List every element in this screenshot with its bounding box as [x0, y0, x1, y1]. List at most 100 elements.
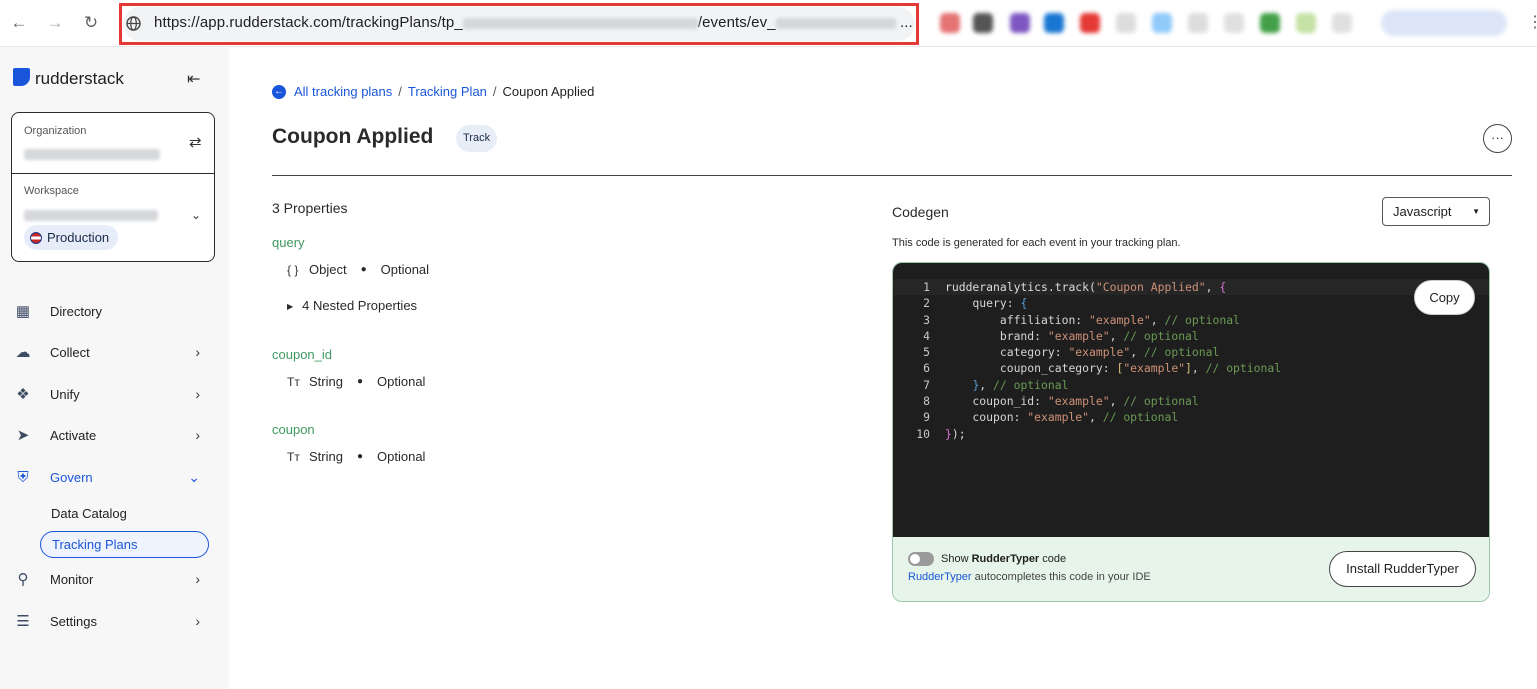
browser-toolbar: ← → ↻ https://app.rudderstack.com/tracki…	[0, 0, 1537, 47]
sidebar-item-govern[interactable]: ⛨ Govern ⌄	[12, 465, 212, 489]
code-line: 6 coupon_category: ["example"], // optio…	[893, 360, 1489, 376]
sidebar-item-settings[interactable]: ☰ Settings ›	[12, 609, 212, 633]
redacted-workspace	[24, 210, 158, 222]
code-line: 2 query: {	[893, 295, 1489, 311]
sidebar-item-activate[interactable]: ➤ Activate ›	[12, 423, 212, 447]
code-token: // optional	[1102, 410, 1179, 425]
codegen-description: This code is generated for each event in…	[892, 237, 1181, 249]
extension-icon[interactable]	[940, 13, 960, 33]
url-text[interactable]: https://app.rudderstack.com/trackingPlan…	[154, 14, 913, 31]
code-token: "example"	[1047, 394, 1110, 409]
code-token: {	[1020, 296, 1028, 311]
line-number: 4	[923, 328, 930, 343]
code-line: 4 brand: "example", // optional	[893, 328, 1489, 344]
breadcrumb-all-tracking-plans[interactable]: All tracking plans	[294, 84, 392, 99]
extension-icon[interactable]	[1296, 13, 1316, 33]
redacted-id	[462, 17, 698, 29]
extension-icon[interactable]	[973, 13, 993, 33]
language-select[interactable]: Javascript ▼	[1382, 197, 1490, 226]
ruddertyper-toggle[interactable]	[908, 552, 934, 566]
sidebar-item-label: Monitor	[50, 571, 94, 587]
code-token: coupon_id:	[945, 394, 1048, 409]
sidebar-item-collect[interactable]: ☁ Collect ›	[12, 340, 212, 364]
code-editor[interactable]: 1 rudderanalytics.track("Coupon Applied",…	[893, 263, 1489, 537]
object-type-icon: { }	[287, 262, 299, 277]
code-line: 1 rudderanalytics.track("Coupon Applied",…	[893, 279, 1489, 296]
extension-icon[interactable]	[1188, 13, 1208, 33]
profile-button[interactable]	[1381, 10, 1507, 36]
title-divider	[272, 175, 1512, 176]
code-token: ,	[1191, 361, 1206, 376]
browser-menu-icon[interactable]: ⋮	[1527, 12, 1537, 32]
label-text: code	[1039, 553, 1067, 565]
string-type-icon: Tт	[287, 374, 300, 389]
line-number: 9	[923, 410, 930, 425]
sidebar-item-label: Directory	[50, 303, 103, 319]
more-options-button[interactable]: ···	[1483, 124, 1512, 153]
property-meta-coupon-id: Tт String ● Optional	[287, 374, 425, 389]
extension-icon[interactable]	[1116, 13, 1136, 33]
line-number: 8	[923, 394, 930, 409]
ruddertyper-link[interactable]: RudderTyper	[908, 571, 972, 583]
breadcrumb-tracking-plan[interactable]: Tracking Plan	[408, 84, 487, 99]
monitor-icon: ⚲	[17, 571, 29, 588]
code-token: ,	[1089, 410, 1103, 425]
forward-arrow-icon[interactable]: →	[44, 12, 66, 34]
code-token: );	[951, 426, 966, 441]
nested-properties-toggle[interactable]: ▶ 4 Nested Properties	[287, 298, 417, 313]
install-ruddertyper-button[interactable]: Install RudderTyper	[1329, 551, 1476, 587]
property-type: String	[309, 374, 343, 389]
settings-icon: ☰	[16, 613, 30, 630]
code-token: {	[1219, 280, 1227, 294]
code-token: "Coupon Applied"	[1095, 280, 1206, 294]
activate-icon: ➤	[16, 427, 30, 444]
site-info-icon[interactable]	[126, 16, 141, 31]
property-type: Object	[309, 262, 347, 277]
back-arrow-icon[interactable]: ←	[8, 12, 30, 34]
sidebar-item-label: Unify	[50, 386, 80, 402]
extension-icon[interactable]	[1224, 13, 1244, 33]
chevron-down-icon[interactable]: ⌄	[191, 208, 201, 222]
switch-org-icon[interactable]: ⇄	[189, 133, 202, 151]
extension-icon[interactable]	[1010, 13, 1030, 33]
codegen-title: Codegen	[892, 204, 949, 220]
event-type-badge: Track	[456, 125, 498, 152]
extension-icon[interactable]	[1260, 13, 1280, 33]
reload-icon[interactable]: ↻	[80, 12, 102, 34]
sidebar-item-unify[interactable]: ❖ Unify ›	[12, 382, 212, 406]
code-line: 3 affiliation: "example", // optional	[893, 312, 1489, 328]
code-token: category:	[945, 345, 1069, 360]
sidebar-item-monitor[interactable]: ⚲ Monitor ›	[12, 567, 212, 591]
sidebar-item-directory[interactable]: ▦ Directory	[12, 299, 212, 323]
chevron-right-icon: ›	[195, 427, 200, 443]
rudderstack-logo-icon	[13, 68, 30, 86]
code-token: }	[945, 426, 952, 441]
extension-icon[interactable]	[1332, 13, 1352, 33]
code-token: // optional	[1123, 394, 1199, 409]
extension-icon[interactable]	[1044, 13, 1064, 33]
code-token: // optional	[1143, 345, 1220, 360]
page-title: Coupon Applied	[272, 125, 434, 148]
separator-dot: ●	[360, 264, 367, 275]
property-name-coupon-id: coupon_id	[272, 347, 332, 362]
back-circle-icon[interactable]: ←	[272, 84, 286, 99]
line-number: 6	[923, 361, 930, 376]
copy-button[interactable]: Copy	[1414, 280, 1475, 315]
redacted-org	[24, 149, 160, 161]
code-token: "example"	[1027, 410, 1090, 425]
sidebar-subitem-tracking-plans[interactable]: Tracking Plans	[40, 531, 209, 558]
govern-icon: ⛨	[17, 468, 29, 486]
ruddertyper-bar: Show RudderTyper code RudderTyper autoco…	[893, 537, 1489, 601]
ruddertyper-toggle-label: Show RudderTyper code	[941, 553, 1066, 565]
property-type: String	[309, 449, 343, 464]
ruddertyper-description: RudderTyper autocompletes this code in y…	[908, 571, 1151, 583]
extension-icon[interactable]	[1080, 13, 1100, 33]
sidebar-subitem-data-catalog[interactable]: Data Catalog	[51, 506, 127, 521]
organization-name[interactable]	[24, 146, 160, 164]
card-divider	[12, 173, 214, 174]
code-token: coupon_category:	[945, 361, 1117, 376]
collapse-sidebar-icon[interactable]: ⇤	[187, 69, 200, 89]
extension-icon[interactable]	[1152, 13, 1172, 33]
code-token: coupon:	[945, 410, 1028, 425]
workspace-name[interactable]	[24, 207, 160, 225]
